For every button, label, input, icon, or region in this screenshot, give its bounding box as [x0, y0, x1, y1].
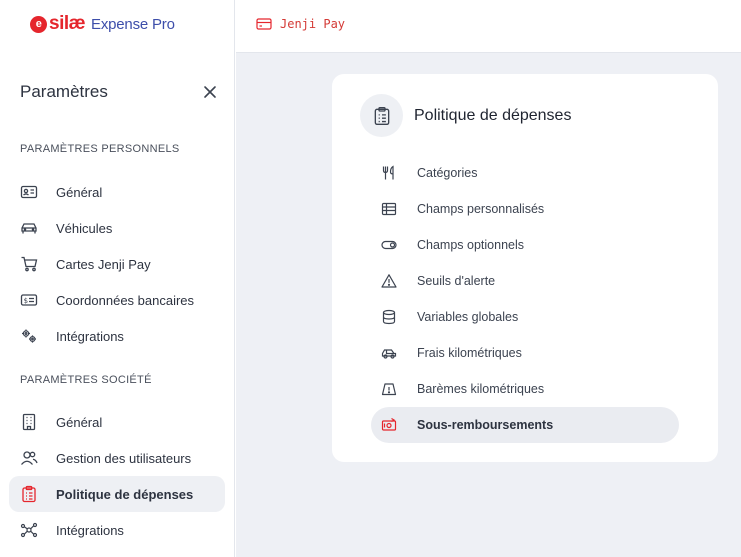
- sidebar-item-label: Général: [56, 184, 103, 200]
- sidebar-item-label: Politique de dépenses: [56, 486, 194, 502]
- policy-item-custom-fields[interactable]: Champs personnalisés: [371, 191, 679, 227]
- settings-sidebar: e silæ Expense Pro Paramètres PARAMÈTRES…: [0, 0, 235, 557]
- warning-icon: [381, 273, 397, 289]
- policy-item-label: Champs optionnels: [417, 238, 525, 252]
- database-icon: [381, 309, 397, 325]
- sidebar-item-label: Général: [56, 414, 103, 430]
- policy-item-global-variables[interactable]: Variables globales: [371, 299, 679, 335]
- card-title: Politique de dépenses: [414, 106, 572, 124]
- sidebar-item-label: Véhicules: [56, 220, 113, 236]
- policy-item-label: Seuils d'alerte: [417, 274, 496, 288]
- table-icon: [381, 201, 397, 217]
- close-icon[interactable]: [201, 83, 219, 101]
- sidebar-item-expense-policy[interactable]: Politique de dépenses: [9, 476, 225, 512]
- sidebar-item-label: Coordonnées bancaires: [56, 292, 195, 308]
- policy-item-label: Catégories: [417, 166, 478, 180]
- policy-item-mileage-scales[interactable]: Barèmes kilométriques: [371, 371, 679, 407]
- logo-dot-icon: e: [30, 15, 47, 33]
- policy-item-categories[interactable]: Catégories: [371, 155, 679, 191]
- policy-item-alert-thresholds[interactable]: Seuils d'alerte: [371, 263, 679, 299]
- money-down-icon: [381, 417, 397, 433]
- policy-item-mileage-expenses[interactable]: Frais kilométriques: [371, 335, 679, 371]
- main-content: Politique de dépenses Catégories Champs …: [236, 53, 741, 557]
- credit-card-icon: [256, 16, 272, 32]
- policy-item-sub-reimbursements[interactable]: Sous-remboursements: [371, 407, 679, 443]
- clipboard-icon: [20, 485, 38, 503]
- policy-item-label: Variables globales: [417, 310, 519, 324]
- top-bar: Jenji Pay: [236, 0, 741, 53]
- sidebar-item-general-company[interactable]: Général: [9, 404, 225, 440]
- sidebar-item-vehicles[interactable]: Véhicules: [9, 210, 225, 246]
- sidebar-item-label: Intégrations: [56, 328, 124, 344]
- sidebar-item-label: Gestion des utilisateurs: [56, 450, 192, 466]
- section-label-company: PARAMÈTRES SOCIÉTÉ: [20, 374, 152, 386]
- gears-icon: [20, 327, 38, 345]
- sidebar-item-general-personal[interactable]: Général: [9, 174, 225, 210]
- logo-product: Expense Pro: [91, 15, 175, 33]
- card-header: Politique de dépenses: [360, 94, 571, 137]
- logo-mark: e silæ: [30, 13, 86, 35]
- policy-item-label: Frais kilométriques: [417, 346, 522, 360]
- expense-policy-card: Politique de dépenses Catégories Champs …: [332, 74, 718, 462]
- sidebar-item-integrations-company[interactable]: Intégrations: [9, 512, 225, 548]
- breadcrumb-label: Jenji Pay: [280, 17, 346, 31]
- car-front-icon: [381, 345, 397, 361]
- sidebar-item-user-management[interactable]: Gestion des utilisateurs: [9, 440, 225, 476]
- sidebar-title: Paramètres: [20, 82, 108, 101]
- logo-mark-text: silæ: [49, 13, 86, 34]
- policy-item-label: Champs personnalisés: [417, 202, 545, 216]
- id-card-icon: [20, 183, 38, 201]
- users-icon: [20, 449, 38, 467]
- breadcrumb[interactable]: Jenji Pay: [256, 16, 345, 32]
- building-icon: [20, 413, 38, 431]
- sidebar-item-integrations-personal[interactable]: Intégrations: [9, 318, 225, 354]
- clipboard-icon: [360, 94, 403, 137]
- sidebar-item-bank-details[interactable]: $ Coordonnées bancaires: [9, 282, 225, 318]
- car-warning-icon: [381, 381, 397, 397]
- policy-item-label: Sous-remboursements: [417, 418, 554, 432]
- app-logo: e silæ Expense Pro: [30, 13, 175, 35]
- policy-item-label: Barèmes kilométriques: [417, 382, 545, 396]
- fork-knife-icon: [381, 165, 397, 181]
- sidebar-item-label: Cartes Jenji Pay: [56, 256, 151, 272]
- toggle-icon: [381, 237, 397, 253]
- network-icon: [20, 521, 38, 539]
- car-icon: [20, 219, 38, 237]
- bank-note-icon: $: [20, 291, 38, 309]
- svg-text:$: $: [24, 297, 28, 305]
- sidebar-item-jenji-pay-cards[interactable]: Cartes Jenji Pay: [9, 246, 225, 282]
- sidebar-item-label: Intégrations: [56, 522, 124, 538]
- policy-item-optional-fields[interactable]: Champs optionnels: [371, 227, 679, 263]
- section-label-personal: PARAMÈTRES PERSONNELS: [20, 143, 180, 155]
- cart-icon: [20, 255, 38, 273]
